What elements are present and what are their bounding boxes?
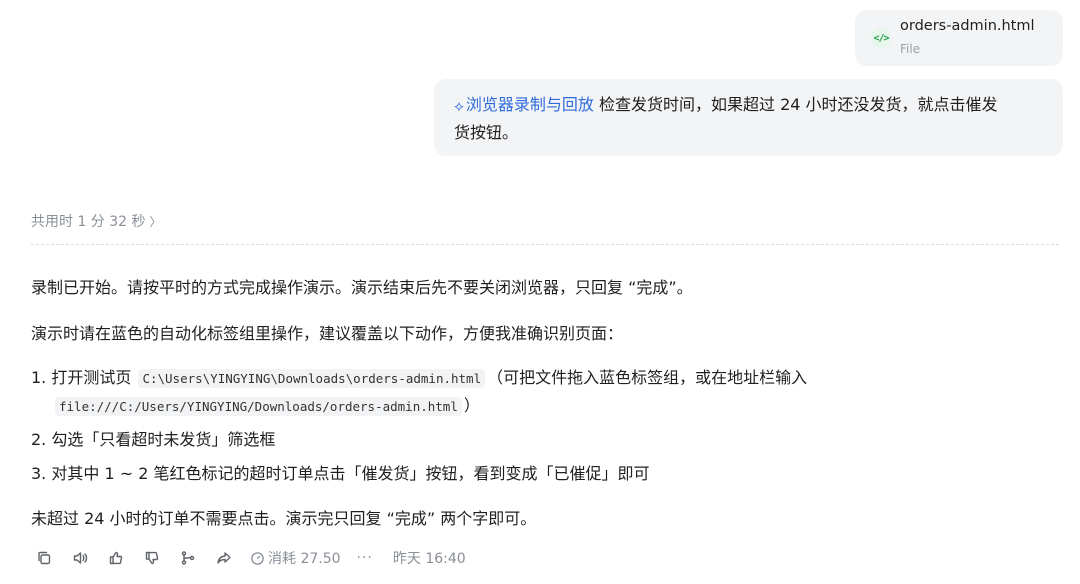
- list-item: 1. 打开测试页 C:\Users\YINGYING\Downloads\ord…: [31, 364, 807, 388]
- more-options-icon[interactable]: ···: [357, 550, 373, 566]
- list-item: 3. 对其中 1 ~ 2 笔红色标记的超时订单点击「催发货」按钮，看到变成「已催…: [31, 464, 650, 483]
- attachment-card[interactable]: </> orders-admin.html File: [855, 10, 1063, 66]
- gauge-icon: [251, 551, 264, 565]
- skill-label: 浏览器录制与回放: [465, 95, 594, 114]
- layers-icon: ⟡: [454, 97, 464, 115]
- file-url-code: file:///C:/Users/YINGYING/Downloads/orde…: [55, 397, 462, 416]
- attachment-type: File: [900, 42, 921, 56]
- branch-icon[interactable]: [178, 548, 198, 568]
- list-item-cont: file:///C:/Users/YINGYING/Downloads/orde…: [53, 392, 480, 416]
- response-paragraph-1: 录制已开始。请按平时的方式完成操作演示。演示结束后先不要关闭浏览器，只回复 “完…: [31, 278, 693, 297]
- copy-icon[interactable]: [34, 548, 54, 568]
- chevron-right-icon: 〉: [149, 215, 162, 229]
- token-usage: 消耗 27.50: [250, 548, 341, 568]
- share-icon[interactable]: [214, 548, 234, 568]
- usage-label: 消耗 27.50: [268, 551, 341, 567]
- step-1-text: 1. 打开测试页: [31, 368, 137, 387]
- message-actions: 消耗 27.50 ··· 昨天 16:40: [34, 548, 466, 568]
- thumbs-down-icon[interactable]: [142, 548, 162, 568]
- list-item: 2. 勾选「只看超时未发货」筛选框: [31, 430, 276, 449]
- thumbs-up-icon[interactable]: [106, 548, 126, 568]
- step-1-close: ）: [463, 396, 480, 415]
- code-file-icon: </>: [871, 28, 891, 48]
- divider: [31, 244, 1059, 245]
- elapsed-time-toggle[interactable]: 共用时 1 分 32 秒〉: [31, 211, 162, 231]
- attachment-name: orders-admin.html: [900, 18, 1035, 34]
- skill-tag[interactable]: ⟡ 浏览器录制与回放: [454, 95, 594, 115]
- elapsed-time-label: 共用时 1 分 32 秒: [31, 214, 146, 230]
- response-paragraph-3: 未超过 24 小时的订单不需要点击。演示完只回复 “完成” 两个字即可。: [31, 509, 537, 528]
- step-1-suffix: （可把文件拖入蓝色标签组，或在地址栏输入: [487, 368, 808, 387]
- file-path-code: C:\Users\YINGYING\Downloads\orders-admin…: [138, 369, 486, 388]
- message-timestamp: 昨天 16:40: [392, 551, 466, 567]
- user-message-bubble: ⟡ 浏览器录制与回放 检查发货时间，如果超过 24 小时还没发货，就点击催发 货按…: [434, 79, 1063, 156]
- user-message-text: 检查发货时间，如果超过 24 小时还没发货，就点击催发: [593, 95, 998, 114]
- speaker-icon[interactable]: [70, 548, 90, 568]
- user-message-text-cont: 货按钮。: [454, 123, 519, 142]
- response-paragraph-2: 演示时请在蓝色的自动化标签组里操作，建议覆盖以下动作，方便我准确识别页面：: [31, 324, 624, 343]
